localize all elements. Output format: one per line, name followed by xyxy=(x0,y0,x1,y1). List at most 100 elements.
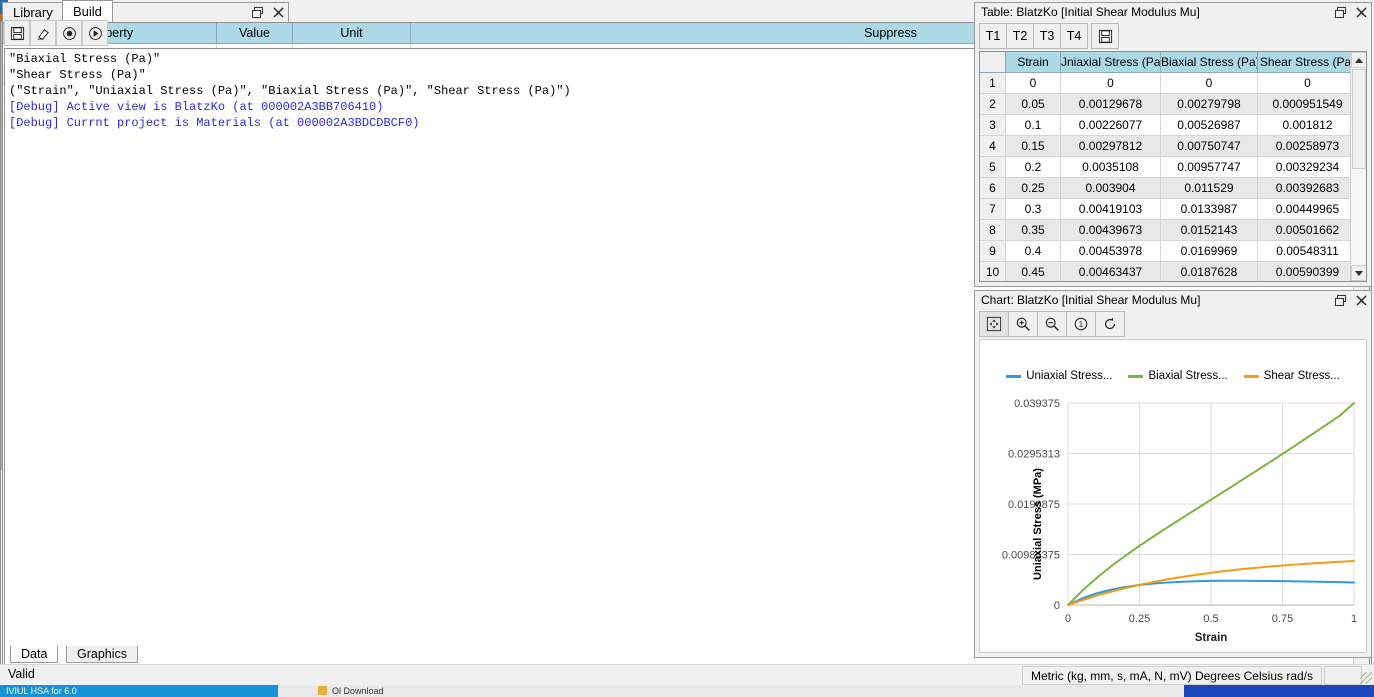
scroll-down-icon[interactable] xyxy=(1351,265,1366,281)
table-cell[interactable]: 0.35 xyxy=(1006,220,1061,241)
table-cell[interactable]: 0.00449965 xyxy=(1258,199,1358,220)
refresh-icon[interactable] xyxy=(1095,311,1125,337)
save-icon[interactable] xyxy=(4,20,30,46)
table-cell[interactable]: 0.3 xyxy=(1006,199,1061,220)
close-icon[interactable] xyxy=(1355,294,1367,306)
table-cell[interactable]: 0.00297812 xyxy=(1061,136,1161,157)
table-cell[interactable]: 0.000951549 xyxy=(1258,94,1358,115)
play-icon[interactable] xyxy=(82,20,108,46)
table-cell[interactable]: 0.00439673 xyxy=(1061,220,1161,241)
table-cell[interactable]: 0.0035108 xyxy=(1061,157,1161,178)
table-cell[interactable]: 0.00258973 xyxy=(1258,136,1358,157)
tab-library[interactable]: Library xyxy=(2,2,64,22)
table-cell[interactable]: 0.0169969 xyxy=(1161,241,1258,262)
col-rownum xyxy=(980,52,1006,73)
table-cell[interactable]: 0.45 xyxy=(1006,262,1061,281)
table-cell[interactable]: 0.00590399 xyxy=(1258,262,1358,281)
legend-item-uniaxial-stress[interactable]: Uniaxial Stress... xyxy=(1006,370,1112,382)
stress-strain-table[interactable]: Strain Jniaxial Stress (Pa) Biaxial Stre… xyxy=(979,51,1367,282)
bottom-tab-data[interactable]: Data xyxy=(10,646,59,663)
table-cell[interactable]: 0.00750747 xyxy=(1161,136,1258,157)
legend-label: Uniaxial Stress... xyxy=(1026,370,1113,382)
row-number-cell: 1 xyxy=(980,73,1006,94)
table-tab-t3[interactable]: T3 xyxy=(1033,23,1061,49)
table-row[interactable]: 5 0.2 0.0035108 0.00957747 0.00329234 xyxy=(980,157,1366,178)
table-cell[interactable]: 0.003904 xyxy=(1061,178,1161,199)
clear-icon[interactable] xyxy=(30,20,56,46)
col-strain: Strain xyxy=(1006,52,1061,73)
scroll-up-icon[interactable] xyxy=(1351,52,1366,68)
undock-icon[interactable] xyxy=(1334,6,1346,18)
table-row[interactable]: 4 0.15 0.00297812 0.00750747 0.00258973 xyxy=(980,136,1366,157)
legend-color-swatch xyxy=(1243,374,1259,378)
table-cell[interactable]: 0 xyxy=(1006,73,1061,94)
table-cell[interactable]: 0.00392683 xyxy=(1258,178,1358,199)
zoom-in-icon[interactable] xyxy=(1008,311,1038,337)
close-icon[interactable] xyxy=(1355,6,1367,18)
table-cell[interactable]: 0.00329234 xyxy=(1258,157,1358,178)
resize-grip[interactable] xyxy=(1360,672,1372,684)
y-tick-label: 0 xyxy=(1054,600,1060,612)
table-cell[interactable]: 0.011529 xyxy=(1161,178,1258,199)
table-cell[interactable]: 0.00226077 xyxy=(1061,115,1161,136)
table-row[interactable]: 2 0.05 0.00129678 0.00279798 0.000951549 xyxy=(980,94,1366,115)
table-row[interactable]: 10000 xyxy=(980,73,1366,94)
table-cell[interactable]: 0 xyxy=(1061,73,1161,94)
table-cell[interactable]: 0.00453978 xyxy=(1061,241,1161,262)
table-tab-t2[interactable]: T2 xyxy=(1006,23,1034,49)
table-row[interactable]: 6 0.25 0.003904 0.011529 0.00392683 xyxy=(980,178,1366,199)
table-row[interactable]: 7 0.3 0.00419103 0.0133987 0.00449965 xyxy=(980,199,1366,220)
table-tab-t4[interactable]: T4 xyxy=(1060,23,1088,49)
table-cell[interactable]: 0.00129678 xyxy=(1061,94,1161,115)
table-row[interactable]: 10 0.45 0.00463437 0.0187628 0.00590399 xyxy=(980,262,1366,281)
library-tab-strip: Library Build xyxy=(0,0,136,22)
info-icon[interactable]: 1 xyxy=(1066,311,1096,337)
undock-icon[interactable] xyxy=(251,6,263,18)
unit-system-status[interactable]: Metric (kg, mm, s, mA, N, mV) Degrees Ce… xyxy=(1021,666,1322,685)
chart-panel: Chart: BlatzKo [Initial Shear Modulus Mu… xyxy=(974,290,1372,658)
table-scrollbar[interactable] xyxy=(1350,52,1366,281)
table-cell[interactable]: 0.4 xyxy=(1006,241,1061,262)
table-cell[interactable]: 0.00957747 xyxy=(1161,157,1258,178)
table-cell[interactable]: 0 xyxy=(1258,73,1358,94)
table-cell[interactable]: 0.15 xyxy=(1006,136,1061,157)
table-row[interactable]: 3 0.1 0.00226077 0.00526987 0.001812 xyxy=(980,115,1366,136)
scroll-thumb[interactable] xyxy=(1352,69,1366,169)
table-tab-t1[interactable]: T1 xyxy=(979,23,1007,49)
taskbar-left-text: IVIUL HSA for 6.0 xyxy=(6,686,77,696)
legend-label: Biaxial Stress... xyxy=(1148,370,1228,382)
tab-build[interactable]: Build xyxy=(62,0,113,22)
legend-item-shear-stress[interactable]: Shear Stress... xyxy=(1243,370,1340,382)
table-cell[interactable]: 0.05 xyxy=(1006,94,1061,115)
table-cell[interactable]: 0.00463437 xyxy=(1061,262,1161,281)
table-cell[interactable]: 0.00548311 xyxy=(1258,241,1358,262)
validity-status: Valid xyxy=(8,667,35,681)
chart-canvas-area[interactable]: Uniaxial Stress... Biaxial Stress... Shear… xyxy=(979,339,1367,653)
table-cell[interactable]: 0.0133987 xyxy=(1161,199,1258,220)
table-cell[interactable]: 0.00419103 xyxy=(1061,199,1161,220)
table-row[interactable]: 8 0.35 0.00439673 0.0152143 0.00501662 xyxy=(980,220,1366,241)
table-cell[interactable]: 0.2 xyxy=(1006,157,1061,178)
zoom-out-icon[interactable] xyxy=(1037,311,1067,337)
taskbar-item-right[interactable] xyxy=(1184,685,1374,697)
fit-icon[interactable] xyxy=(979,311,1009,337)
table-cell[interactable]: 0.0187628 xyxy=(1161,262,1258,281)
legend-item-biaxial-stress[interactable]: Biaxial Stress... xyxy=(1128,370,1228,382)
table-cell[interactable]: 0.00526987 xyxy=(1161,115,1258,136)
table-cell[interactable]: 0.1 xyxy=(1006,115,1061,136)
table-cell[interactable]: 0.0152143 xyxy=(1161,220,1258,241)
table-cell[interactable]: 0 xyxy=(1161,73,1258,94)
table-row[interactable]: 9 0.4 0.00453978 0.0169969 0.00548311 xyxy=(980,241,1366,262)
table-cell[interactable]: 0.00501662 xyxy=(1258,220,1358,241)
row-number-cell: 5 xyxy=(980,157,1006,178)
close-icon[interactable] xyxy=(272,6,284,18)
table-cell[interactable]: 0.25 xyxy=(1006,178,1061,199)
table-cell[interactable]: 0.00279798 xyxy=(1161,94,1258,115)
table-cell[interactable]: 0.001812 xyxy=(1258,115,1358,136)
record-icon[interactable] xyxy=(56,20,82,46)
undock-icon[interactable] xyxy=(1334,294,1346,306)
chart-panel-title: Chart: BlatzKo [Initial Shear Modulus Mu… xyxy=(975,291,1371,309)
chart-legend: Uniaxial Stress... Biaxial Stress... Shear… xyxy=(980,370,1366,382)
save-icon[interactable] xyxy=(1091,23,1119,49)
bottom-tab-graphics[interactable]: Graphics xyxy=(66,646,139,663)
